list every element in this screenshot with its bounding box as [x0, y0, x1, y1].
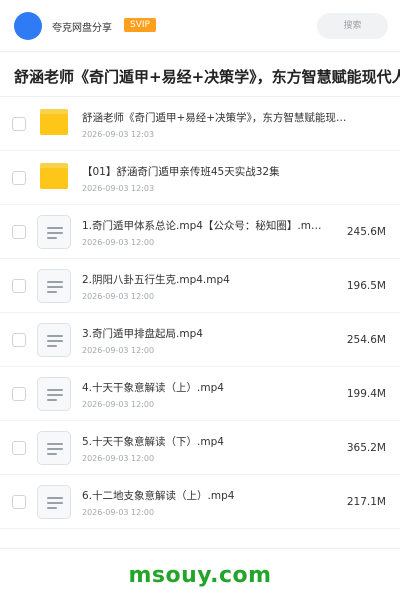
video-file-icon — [37, 269, 71, 303]
item-date: 2026-09-03 12:03 — [82, 130, 155, 139]
row-checkbox[interactable] — [12, 117, 26, 131]
item-size: 217.1M — [346, 496, 386, 508]
item-name: 3.奇门遁甲排盘起局.mp4 — [82, 328, 203, 340]
item-size: 199.4M — [346, 388, 386, 400]
item-size: 365.2M — [346, 442, 386, 454]
item-name: 舒涵老师《奇门遁甲+易经+决策学》，东方智慧赋能现… — [82, 112, 347, 124]
folder-icon — [40, 163, 68, 189]
item-size: 196.5M — [346, 280, 386, 292]
app-name: 夸克网盘分享 — [52, 23, 112, 34]
search-button[interactable]: 搜索 — [317, 13, 388, 39]
page-title: 舒涵老师《奇门遁甲+易经+决策学》，东方智慧赋能现代人 — [14, 68, 400, 86]
item-name: 5.十天干象意解读（下）.mp4 — [82, 436, 224, 448]
video-file-icon — [37, 377, 71, 411]
item-name: 【01】舒涵奇门遁甲亲传班45天实战32集 — [82, 166, 280, 178]
item-name: 4.十天干象意解读（上）.mp4 — [82, 382, 224, 394]
item-size: 254.6M — [346, 334, 386, 346]
divider — [0, 548, 400, 549]
item-date: 2026-09-03 12:00 — [82, 508, 155, 517]
row-checkbox[interactable] — [12, 279, 26, 293]
row-checkbox[interactable] — [12, 225, 26, 239]
item-name: 6.十二地支象意解读（上）.mp4 — [82, 490, 235, 502]
row-checkbox[interactable] — [12, 171, 26, 185]
list-item-folder[interactable]: 【01】舒涵奇门遁甲亲传班45天实战32集 2026-09-03 12:03 — [0, 151, 400, 205]
list-item-file[interactable]: 2.阴阳八卦五行生克.mp4.mp4 2026-09-03 12:00 196.… — [0, 259, 400, 313]
list-item-file[interactable]: 1.奇门遁甲体系总论.mp4【公众号：秘知圈】.m… 2026-09-03 12… — [0, 205, 400, 259]
avatar[interactable] — [14, 12, 42, 40]
item-date: 2026-09-03 12:00 — [82, 346, 155, 355]
video-file-icon — [37, 431, 71, 465]
svip-badge: SVIP — [124, 18, 156, 32]
video-file-icon — [37, 323, 71, 357]
watermark: msouy.com — [128, 563, 272, 588]
row-checkbox[interactable] — [12, 387, 26, 401]
list-item-file[interactable]: 4.十天干象意解读（上）.mp4 2026-09-03 12:00 199.4M — [0, 367, 400, 421]
row-checkbox[interactable] — [12, 441, 26, 455]
list-item-folder[interactable]: 舒涵老师《奇门遁甲+易经+决策学》，东方智慧赋能现… 2026-09-03 12… — [0, 97, 400, 151]
item-date: 2026-09-03 12:00 — [82, 454, 155, 463]
item-size: 245.6M — [346, 226, 386, 238]
video-file-icon — [37, 485, 71, 519]
row-checkbox[interactable] — [12, 495, 26, 509]
folder-icon — [40, 109, 68, 135]
header: 夸克网盘分享 SVIP 搜索 — [0, 0, 400, 52]
row-checkbox[interactable] — [12, 333, 26, 347]
item-date: 2026-09-03 12:00 — [82, 400, 155, 409]
list-item-file[interactable]: 6.十二地支象意解读（上）.mp4 2026-09-03 12:00 217.1… — [0, 475, 400, 529]
list-item-file[interactable]: 5.十天干象意解读（下）.mp4 2026-09-03 12:00 365.2M — [0, 421, 400, 475]
list-item-file[interactable]: 3.奇门遁甲排盘起局.mp4 2026-09-03 12:00 254.6M — [0, 313, 400, 367]
item-date: 2026-09-03 12:03 — [82, 184, 155, 193]
item-name: 2.阴阳八卦五行生克.mp4.mp4 — [82, 274, 230, 286]
video-file-icon — [37, 215, 71, 249]
item-date: 2026-09-03 12:00 — [82, 238, 155, 247]
item-name: 1.奇门遁甲体系总论.mp4【公众号：秘知圈】.m… — [82, 220, 322, 232]
item-date: 2026-09-03 12:00 — [82, 292, 155, 301]
